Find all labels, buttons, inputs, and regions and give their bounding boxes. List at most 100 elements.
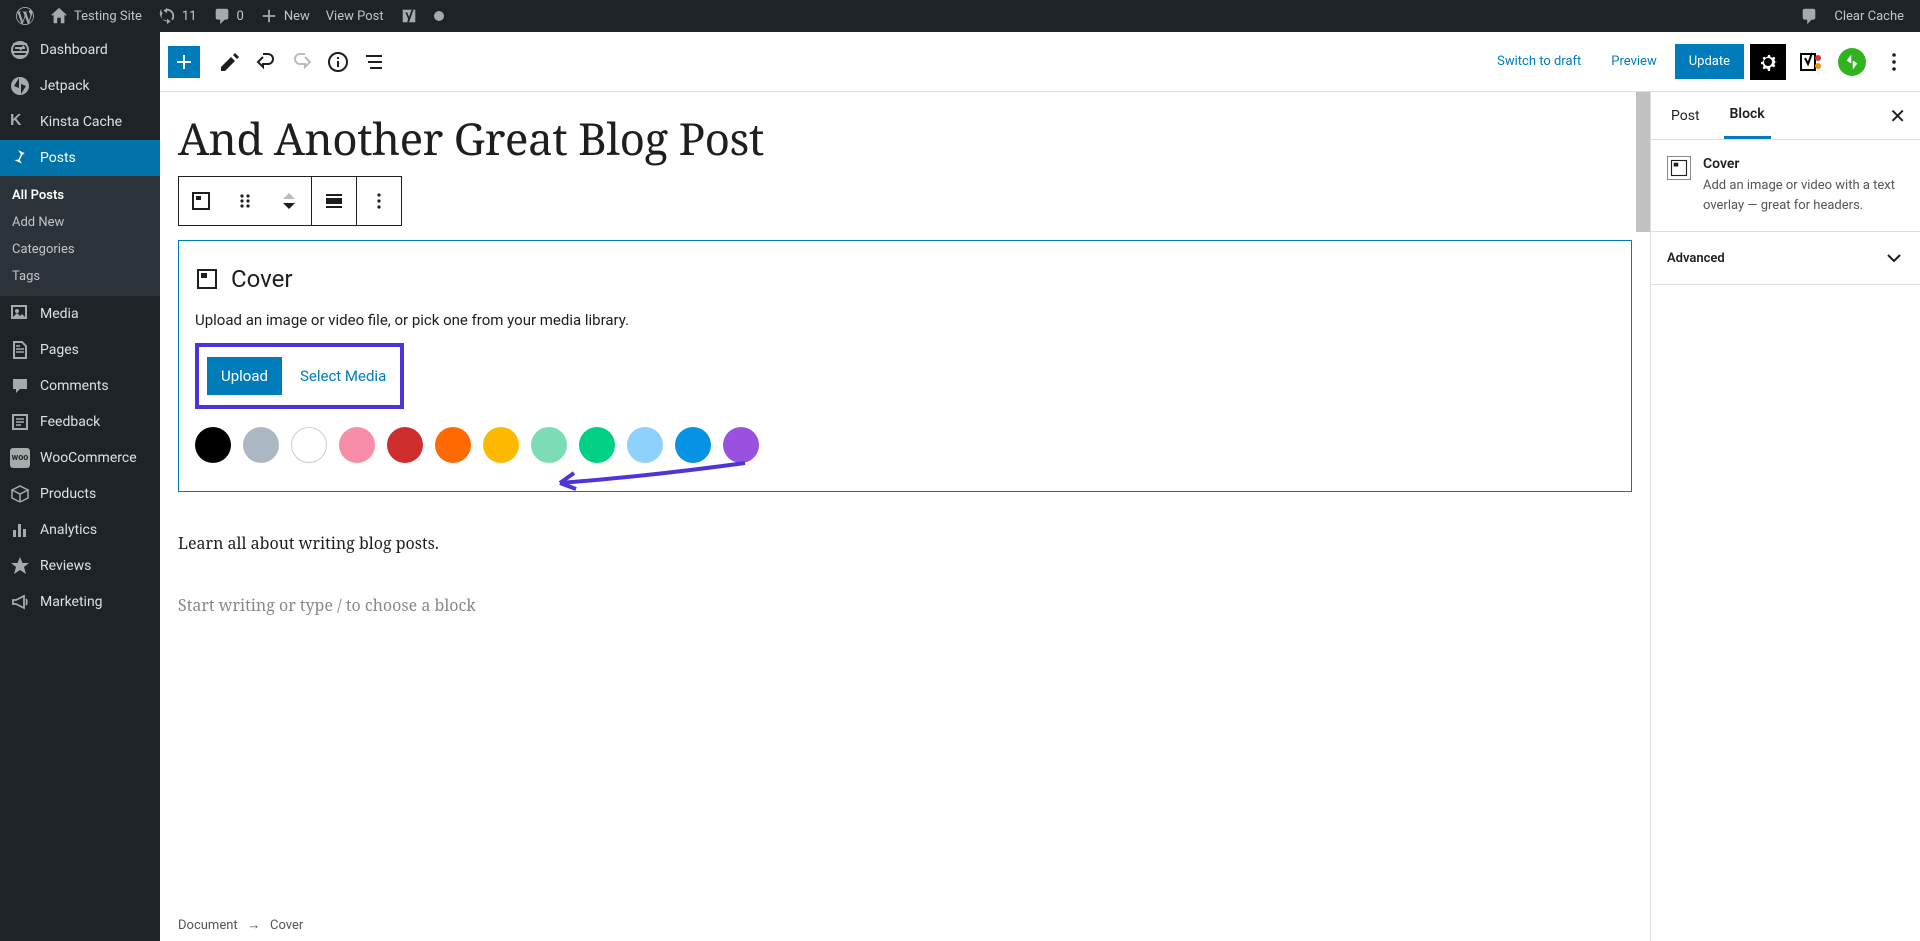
edit-mode-button[interactable] (212, 44, 248, 80)
updates-menu[interactable]: 11 (150, 0, 205, 32)
select-media-button[interactable]: Select Media (300, 367, 386, 385)
editor-wrapper: Switch to draft Preview Update And Anoth… (160, 32, 1920, 941)
admin-sidebar: Dashboard Jetpack KKinsta Cache Posts Al… (0, 32, 160, 941)
ellipsis-vertical-icon (367, 189, 391, 213)
redo-icon (290, 50, 314, 74)
cover-block-title: Cover (231, 265, 292, 293)
tab-block[interactable]: Block (1724, 92, 1771, 139)
status-dot[interactable] (426, 0, 452, 32)
block-more-button[interactable] (357, 177, 401, 225)
outline-icon (362, 50, 386, 74)
editor-toolbar: Switch to draft Preview Update (160, 32, 1920, 92)
nav-marketing[interactable]: Marketing (0, 584, 160, 620)
nav-posts-submenu: All Posts Add New Categories Tags (0, 176, 160, 296)
wordpress-icon (16, 7, 34, 25)
cover-block-description: Upload an image or video file, or pick o… (195, 311, 1615, 329)
subnav-all-posts[interactable]: All Posts (0, 182, 160, 209)
switch-to-draft-button[interactable]: Switch to draft (1485, 46, 1593, 77)
block-info-panel: Cover Add an image or video with a text … (1651, 140, 1920, 232)
outline-button[interactable] (356, 44, 392, 80)
breadcrumb-root[interactable]: Document (178, 918, 238, 933)
breadcrumb-separator: → (247, 918, 260, 933)
align-icon (322, 189, 346, 213)
jetpack-circle-icon (1838, 48, 1866, 76)
preview-button[interactable]: Preview (1599, 46, 1668, 77)
wp-logo-menu[interactable] (8, 0, 42, 32)
jetpack-panel-button[interactable] (1834, 44, 1870, 80)
move-buttons[interactable] (267, 177, 311, 225)
nav-products[interactable]: Products (0, 476, 160, 512)
star-icon (10, 556, 30, 576)
products-icon (10, 484, 30, 504)
view-post-link[interactable]: View Post (318, 0, 392, 32)
block-type-button[interactable] (179, 177, 223, 225)
subnav-tags[interactable]: Tags (0, 263, 160, 290)
close-sidebar-button[interactable]: ✕ (1889, 104, 1906, 128)
notifications-menu[interactable] (1792, 0, 1826, 32)
editor-canvas-scroll[interactable]: And Another Great Blog Post Cover Upload… (160, 92, 1650, 941)
settings-button[interactable] (1750, 44, 1786, 80)
comment-icon (213, 7, 231, 25)
yoast-menu[interactable] (392, 0, 426, 32)
scrollbar[interactable] (1636, 92, 1650, 232)
color-swatch-white[interactable] (291, 427, 327, 463)
clear-cache-button[interactable]: Clear Cache (1826, 0, 1912, 32)
drag-handle[interactable] (223, 177, 267, 225)
cover-icon (195, 267, 219, 291)
block-breadcrumb: Document → Cover (160, 909, 1650, 941)
add-block-button[interactable] (168, 46, 200, 78)
pin-icon (10, 148, 30, 168)
yoast-panel-button[interactable] (1792, 44, 1828, 80)
subnav-categories[interactable]: Categories (0, 236, 160, 263)
annotation-highlight: Upload Select Media (195, 343, 404, 409)
woo-icon: woo (10, 448, 30, 468)
color-swatch-orange[interactable] (435, 427, 471, 463)
undo-button[interactable] (248, 44, 284, 80)
redo-button[interactable] (284, 44, 320, 80)
yoast-icon (1798, 50, 1822, 74)
color-swatch-pink[interactable] (339, 427, 375, 463)
cover-icon (1667, 156, 1691, 180)
cover-block-header: Cover (195, 265, 1615, 293)
color-swatch-amber[interactable] (483, 427, 519, 463)
more-options-button[interactable] (1876, 44, 1912, 80)
new-content-menu[interactable]: New (252, 0, 318, 32)
admin-bar: Testing Site 11 0 New View Post Clear Ca… (0, 0, 1920, 32)
chevron-down-icon (281, 201, 297, 211)
block-toolbar (178, 176, 402, 226)
color-swatch-red[interactable] (387, 427, 423, 463)
paragraph-block[interactable]: Learn all about writing blog posts. (178, 532, 1632, 554)
nav-analytics[interactable]: Analytics (0, 512, 160, 548)
comments-count: 0 (237, 9, 244, 24)
pages-icon (10, 340, 30, 360)
upload-button[interactable]: Upload (207, 357, 282, 395)
tab-post[interactable]: Post (1665, 94, 1706, 138)
comments-menu[interactable]: 0 (205, 0, 252, 32)
megaphone-icon (10, 592, 30, 612)
empty-paragraph-placeholder[interactable]: Start writing or type / to choose a bloc… (178, 594, 1632, 616)
cover-block[interactable]: Cover Upload an image or video file, or … (178, 240, 1632, 492)
nav-pages[interactable]: Pages (0, 332, 160, 368)
align-button[interactable] (312, 177, 356, 225)
info-button[interactable] (320, 44, 356, 80)
nav-media[interactable]: Media (0, 296, 160, 332)
nav-dashboard[interactable]: Dashboard (0, 32, 160, 68)
nav-feedback[interactable]: Feedback (0, 404, 160, 440)
nav-jetpack[interactable]: Jetpack (0, 68, 160, 104)
nav-kinsta-cache[interactable]: KKinsta Cache (0, 104, 160, 140)
nav-reviews[interactable]: Reviews (0, 548, 160, 584)
subnav-add-new[interactable]: Add New (0, 209, 160, 236)
color-swatch-black[interactable] (195, 427, 231, 463)
site-name-menu[interactable]: Testing Site (42, 0, 150, 32)
post-title[interactable]: And Another Great Blog Post (178, 108, 1632, 168)
annotation-arrow-icon (550, 458, 750, 498)
update-button[interactable]: Update (1675, 44, 1744, 79)
block-panel-description: Add an image or video with a text overla… (1703, 176, 1904, 215)
yoast-icon (400, 7, 418, 25)
nav-woocommerce[interactable]: wooWooCommerce (0, 440, 160, 476)
breadcrumb-current[interactable]: Cover (270, 918, 303, 933)
advanced-panel-toggle[interactable]: Advanced (1651, 232, 1920, 285)
nav-posts[interactable]: Posts (0, 140, 160, 176)
nav-comments[interactable]: Comments (0, 368, 160, 404)
color-swatch-gray[interactable] (243, 427, 279, 463)
